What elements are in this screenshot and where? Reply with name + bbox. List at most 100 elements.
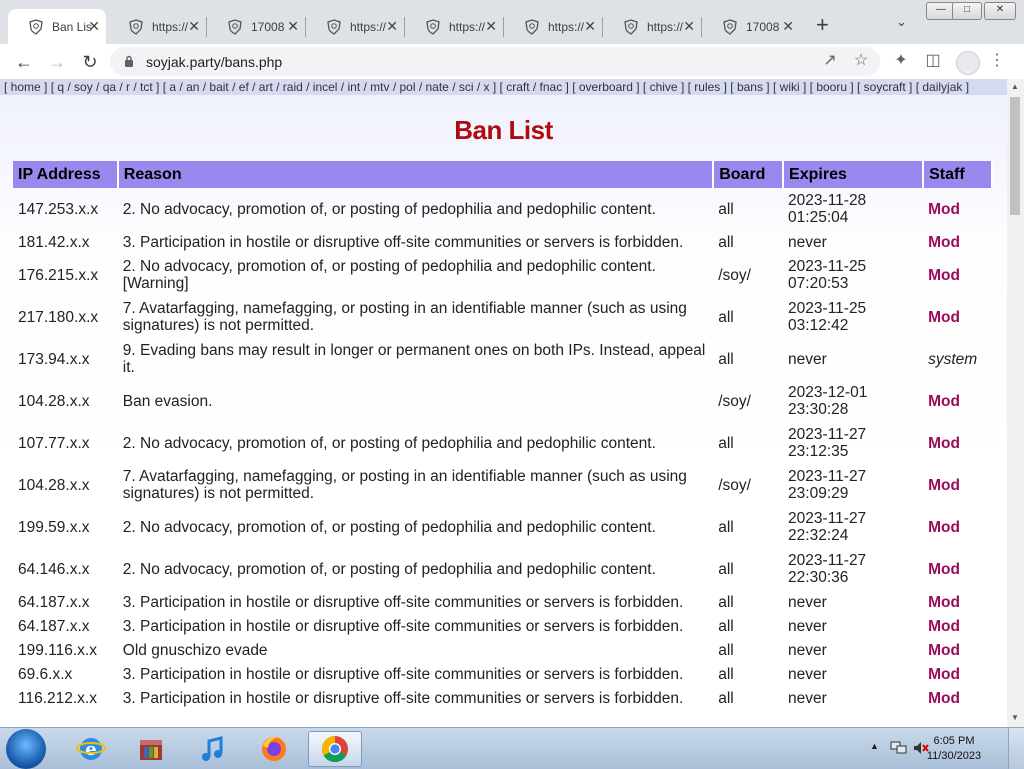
show-desktop-button[interactable] — [1008, 728, 1024, 769]
cell-board: all — [718, 200, 734, 218]
close-window-button[interactable]: ✕ — [984, 2, 1016, 20]
browser-tab[interactable]: https://✕ — [603, 9, 701, 44]
lock-icon — [125, 55, 133, 67]
table-row: 104.28.x.x Ban evasion. /soy/2023-12-01 23… — [13, 380, 992, 422]
cell-staff: Mod — [928, 434, 960, 452]
close-tab-icon[interactable]: ✕ — [386, 18, 398, 35]
cell-reason: 2. No advocacy, promotion of, or posting… — [122, 200, 656, 218]
cell-staff: Mod — [928, 617, 960, 635]
cell-expires: never — [788, 641, 827, 659]
cell-reason: 2. No advocacy, promotion of, or posting… — [122, 434, 656, 452]
cell-board: all — [718, 665, 734, 683]
scrollbar-thumb[interactable] — [1010, 97, 1020, 215]
cell-board: all — [718, 434, 734, 452]
scroll-up-icon[interactable]: ▲ — [1011, 82, 1019, 91]
cell-staff: Mod — [928, 200, 960, 218]
tab-title: https:// — [350, 19, 387, 34]
maximize-button[interactable]: □ — [952, 2, 982, 20]
close-tab-icon[interactable]: ✕ — [584, 18, 596, 35]
cell-reason: 3. Participation in hostile or disruptiv… — [122, 665, 684, 683]
clock-time: 6:05 PM — [933, 735, 975, 747]
share-icon[interactable]: ↗ — [821, 52, 839, 70]
cell-board: /soy/ — [718, 476, 751, 494]
table-row: 199.116.x.x Old gnuschizo evade all never Mo… — [13, 638, 992, 662]
cell-board: all — [718, 689, 734, 707]
board-list[interactable]: [ home ] [ q / soy / qa / r / tct ] [ a … — [0, 79, 1007, 95]
browser-tab[interactable]: 17008 ✕ — [207, 9, 305, 44]
table-row: 147.253.x.x 2. No advocacy, promotion of,… — [13, 188, 992, 230]
firefox-icon[interactable] — [247, 731, 301, 767]
browser-tab[interactable]: 17008 ✕ — [702, 9, 800, 44]
cell-ip: 64.187.x.x — [18, 593, 90, 611]
cell-reason: 3. Participation in hostile or disruptiv… — [122, 689, 684, 707]
cell-expires: never — [788, 617, 827, 635]
cell-ip: 217.180.x.x — [18, 308, 99, 326]
close-tab-icon[interactable]: ✕ — [287, 18, 299, 35]
cell-ip: 69.6.x.x — [18, 665, 73, 683]
cell-ip: 116.212.x.x — [18, 689, 97, 707]
clock[interactable]: 6:05 PM 11/30/2023 — [924, 734, 984, 764]
tab-title: https:// — [647, 19, 684, 34]
cell-board: all — [718, 233, 734, 251]
browser-tab[interactable]: https://✕ — [405, 9, 503, 44]
table-header-row: IP Address Reason Board Expires Staff — [13, 161, 993, 188]
cell-staff: Mod — [928, 665, 960, 683]
close-tab-icon[interactable]: ✕ — [188, 18, 200, 35]
cell-staff: Mod — [928, 593, 960, 611]
new-tab-button[interactable]: + — [816, 12, 829, 38]
cell-ip: 199.59.x.x — [18, 518, 90, 536]
cell-staff: Mod — [928, 476, 960, 494]
network-icon[interactable] — [890, 740, 908, 756]
cell-expires: never — [788, 593, 827, 611]
table-row: 181.42.x.x 3. Participation in hostile or… — [13, 230, 992, 254]
cell-expires: 2023-11-27 23:09:29 — [788, 468, 867, 502]
cell-staff: Mod — [928, 641, 960, 659]
column-header-staff: Staff — [923, 161, 993, 188]
extensions-icon[interactable]: ✦ — [892, 52, 910, 70]
music-player-icon[interactable] — [186, 731, 240, 767]
soyjak-favicon-icon — [228, 18, 242, 35]
browser-tab[interactable]: Ban List ✕ — [8, 9, 106, 44]
browser-tab[interactable]: https://✕ — [306, 9, 404, 44]
table-row: 173.94.x.x 9. Evading bans may result in … — [13, 338, 992, 380]
cell-staff: system — [928, 350, 978, 368]
cell-ip: 173.94.x.x — [18, 350, 90, 368]
reload-icon[interactable]: ↻ — [78, 50, 102, 74]
close-tab-icon[interactable]: ✕ — [782, 18, 794, 35]
close-tab-icon[interactable]: ✕ — [88, 18, 100, 35]
cell-reason: Old gnuschizo evade — [122, 641, 268, 659]
cell-board: /soy/ — [718, 392, 751, 410]
address-bar[interactable]: soyjak.party/bans.php — [110, 47, 880, 76]
show-hidden-icons-icon[interactable]: ▲ — [870, 741, 879, 751]
bookmark-star-icon[interactable]: ☆ — [852, 52, 870, 70]
menu-icon[interactable]: ⋮ — [988, 52, 1006, 70]
soyjak-favicon-icon — [525, 18, 539, 35]
tab-search-icon[interactable]: ⌄ — [896, 14, 907, 30]
side-panel-icon[interactable]: ◫ — [924, 52, 942, 70]
forward-icon[interactable]: → — [45, 50, 69, 74]
cell-expires: never — [788, 233, 827, 251]
archive-app-icon[interactable] — [124, 731, 178, 767]
cell-reason: 2. No advocacy, promotion of, or posting… — [122, 258, 656, 292]
profile-avatar[interactable] — [956, 51, 980, 75]
chrome-icon[interactable] — [308, 731, 362, 767]
cell-reason: 2. No advocacy, promotion of, or posting… — [122, 518, 656, 536]
back-icon[interactable]: ← — [12, 50, 36, 74]
cell-ip: 199.116.x.x — [18, 641, 97, 659]
cell-staff: Mod — [928, 560, 960, 578]
cell-board: all — [718, 641, 734, 659]
browser-tab[interactable]: https://✕ — [504, 9, 602, 44]
close-tab-icon[interactable]: ✕ — [683, 18, 695, 35]
cell-reason: 3. Participation in hostile or disruptiv… — [122, 233, 684, 251]
close-tab-icon[interactable]: ✕ — [485, 18, 497, 35]
internet-explorer-icon[interactable]: e — [64, 731, 118, 767]
browser-tab[interactable]: https://✕ — [108, 9, 206, 44]
start-button[interactable] — [6, 729, 46, 769]
cell-reason: 7. Avatarfagging, namefagging, or postin… — [122, 468, 687, 502]
cell-staff: Mod — [928, 233, 960, 251]
cell-ip: 104.28.x.x — [18, 392, 90, 410]
vertical-scrollbar[interactable]: ▲ ▼ — [1007, 79, 1024, 727]
cell-board: all — [718, 617, 734, 635]
scroll-down-icon[interactable]: ▼ — [1011, 713, 1019, 722]
cell-ip: 181.42.x.x — [18, 233, 90, 251]
